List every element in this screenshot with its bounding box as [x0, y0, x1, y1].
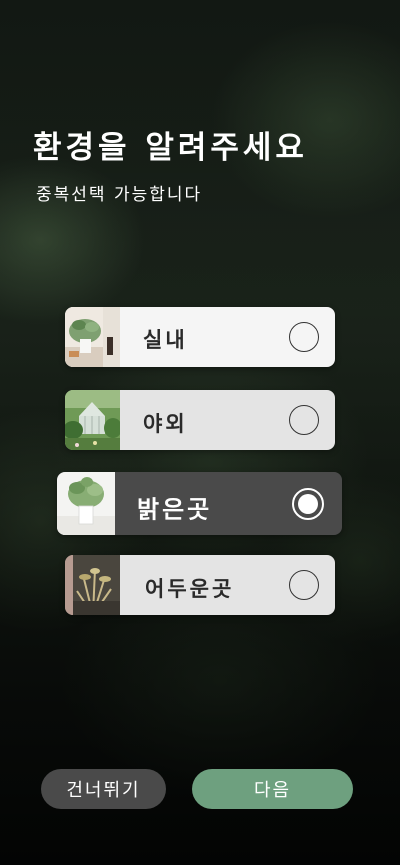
- environment-select-screen: 환경을 알려주세요 중복선택 가능합니다 실내 야외 밝은곳 어두운곳 건너뛰기…: [0, 0, 400, 865]
- option-outdoor[interactable]: 야외: [65, 390, 335, 450]
- radio-button-outdoor[interactable]: [289, 405, 319, 435]
- page-title: 환경을 알려주세요: [33, 130, 308, 166]
- option-label-dark-place: 어두운곳: [145, 577, 235, 601]
- option-label-bright-place: 밝은곳: [137, 495, 213, 524]
- indoor-plant-thumbnail: [65, 307, 120, 367]
- option-label-indoor: 실내: [143, 328, 188, 353]
- option-dark-place[interactable]: 어두운곳: [65, 555, 335, 615]
- skip-button[interactable]: 건너뛰기: [41, 769, 166, 809]
- option-bright-place[interactable]: 밝은곳: [57, 472, 342, 535]
- radio-button-dark-place[interactable]: [289, 570, 319, 600]
- page-subtitle: 중복선택 가능합니다: [36, 185, 203, 205]
- bright-plant-thumbnail: [57, 472, 115, 535]
- greenhouse-thumbnail: [65, 390, 120, 450]
- dark-plant-thumbnail: [65, 555, 120, 615]
- next-button[interactable]: 다음: [192, 769, 353, 809]
- radio-button-bright-place-checked[interactable]: [292, 487, 324, 520]
- option-label-outdoor: 야외: [143, 412, 188, 436]
- radio-button-indoor[interactable]: [289, 322, 319, 352]
- option-indoor[interactable]: 실내: [65, 307, 335, 367]
